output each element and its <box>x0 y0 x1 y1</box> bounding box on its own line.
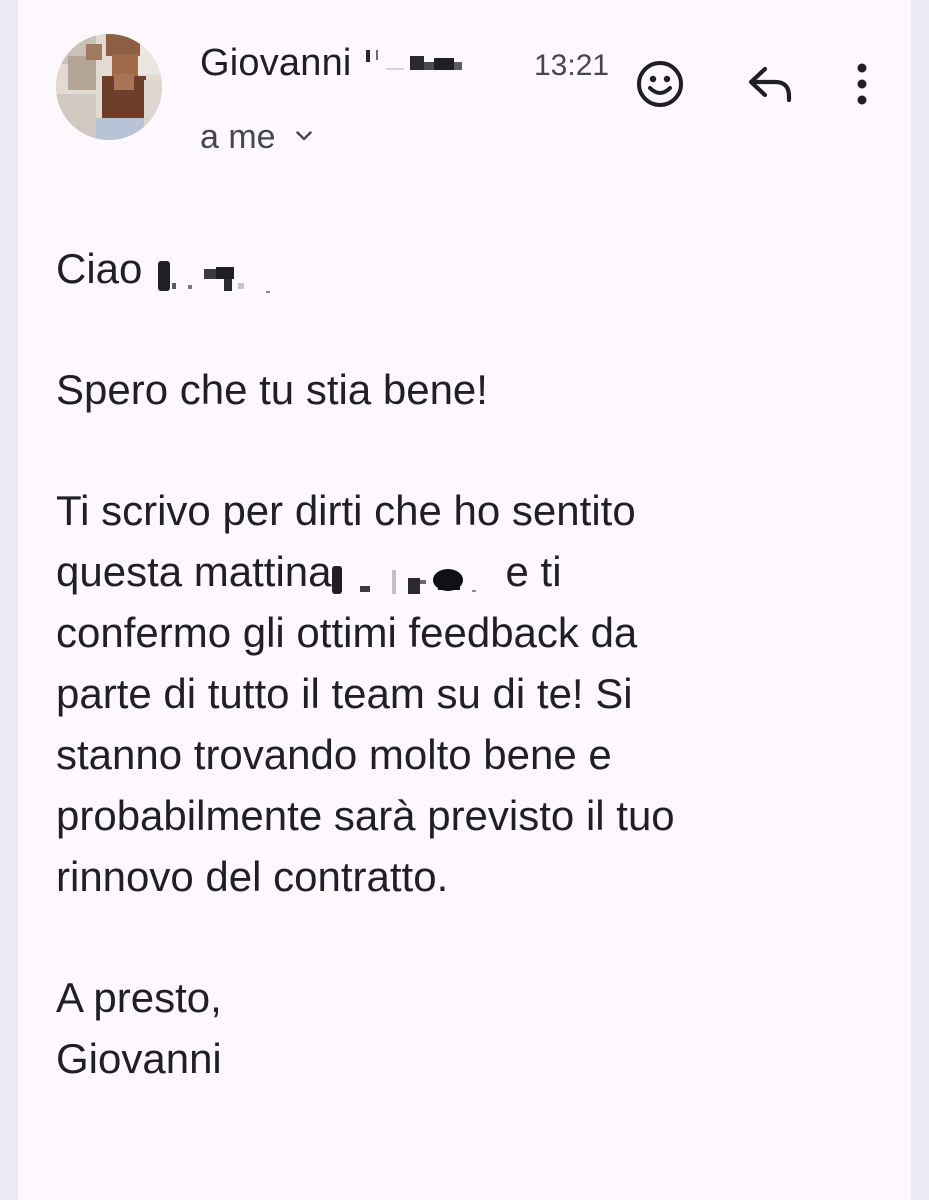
email-body: Ciao Spero che tu stia bene! Ti scrivo p… <box>56 238 886 1089</box>
body-text-line: parte di tutto il team su di te! Si <box>56 670 633 717</box>
body-line-1: Spero che tu stia bene! <box>56 366 488 413</box>
chevron-down-icon <box>295 111 312 150</box>
more-vertical-icon <box>857 63 867 105</box>
avatar[interactable] <box>56 34 162 140</box>
body-text-segment: questa mattina <box>56 548 332 595</box>
sender-row: Giovanni <box>200 42 486 85</box>
body-paragraph: Ti scrivo per dirti che ho sentito quest… <box>56 480 886 907</box>
redacted-recipient-name <box>158 252 288 293</box>
reply-button[interactable] <box>742 56 798 112</box>
more-options-button[interactable] <box>840 56 884 112</box>
greeting: Ciao <box>56 245 143 292</box>
body-text-line: confermo gli ottimi feedback da <box>56 609 638 656</box>
body-text-line: Ti scrivo per dirti che ho sentito <box>56 487 636 534</box>
email-card: Giovanni 13:21 a me Ciao Spero che tu st… <box>18 0 911 1200</box>
emoji-reaction-button[interactable] <box>632 56 688 112</box>
email-header: Giovanni 13:21 a me <box>18 0 911 170</box>
body-text-line: stanno trovando molto bene e <box>56 731 612 778</box>
body-text-line: probabilmente sarà previsto il tuo <box>56 792 675 839</box>
signoff-text: A presto, <box>56 974 222 1021</box>
sender-name: Giovanni <box>200 42 352 84</box>
reply-icon <box>748 66 792 103</box>
greeting-line: Ciao <box>56 238 886 299</box>
redacted-surname <box>365 44 486 84</box>
recipient-label: a me <box>200 118 276 156</box>
body-text-segment: e ti <box>505 548 562 595</box>
body-text-line: rinnovo del contratto. <box>56 853 449 900</box>
emoji-reaction-icon <box>637 61 683 107</box>
redacted-text <box>331 555 500 595</box>
body-text-line: questa mattina e ti <box>56 541 886 602</box>
signature: Giovanni <box>56 1035 222 1082</box>
recipient-toggle[interactable]: a me <box>200 118 312 157</box>
avatar-image <box>56 34 162 140</box>
signoff: A presto, Giovanni <box>56 967 886 1089</box>
timestamp: 13:21 <box>534 49 610 82</box>
